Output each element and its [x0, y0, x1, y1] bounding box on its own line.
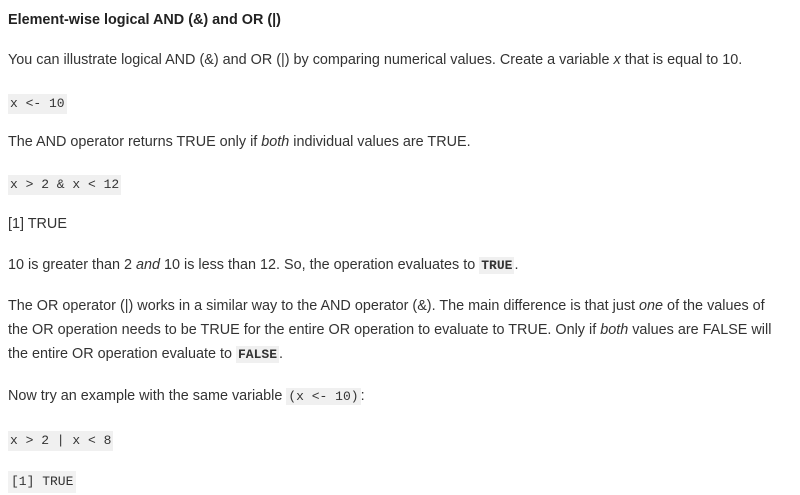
output-and: [1] TRUE [8, 216, 67, 232]
code-and: x > 2 & x < 12 [8, 175, 122, 195]
and-text-1: The AND operator returns TRUE only if [8, 134, 262, 150]
explain-text-3: . [514, 257, 519, 273]
and-emphasis: both [261, 134, 290, 150]
document: Element-wise logical AND (&) and OR (|) … [0, 0, 800, 495]
explain-and-paragraph: 10 is greater than 2 and 10 is less than… [8, 253, 792, 278]
intro-text-1: You can illustrate logical AND (&) and O… [8, 52, 614, 68]
explain-text-2: 10 is less than 12. So, the operation ev… [160, 257, 480, 273]
or-line2-text-1: the OR operation needs to be TRUE for th… [8, 322, 601, 338]
explain-text-1: 10 is greater than 2 [8, 257, 136, 273]
intro-variable-name: x [613, 52, 621, 68]
section-heading: Element-wise logical AND (&) and OR (|) [8, 12, 281, 28]
or-line2-emphasis: both [600, 322, 629, 338]
try-text-1: Now try an example with the same variabl… [8, 388, 287, 404]
code-or: x > 2 | x < 8 [8, 431, 114, 451]
code-assign-block: x <- 10 [8, 91, 792, 115]
output-or-block: [1] TRUE [8, 469, 792, 493]
and-text-2: individual values are TRUE. [289, 134, 471, 150]
or-paragraph: The OR operator (|) works in a similar w… [8, 294, 792, 367]
code-or-block: x > 2 | x < 8 [8, 428, 792, 452]
or-line2-text-2: values are FALSE will [628, 322, 772, 338]
or-code-false: FALSE [236, 346, 280, 363]
try-paragraph: Now try an example with the same variabl… [8, 384, 792, 409]
or-line3-text-1: the entire OR operation evaluate to [8, 346, 236, 362]
code-assign: x <- 10 [8, 94, 67, 114]
intro-paragraph: You can illustrate logical AND (&) and O… [8, 48, 792, 72]
code-and-block: x > 2 & x < 12 [8, 172, 792, 196]
or-line1-emphasis: one [639, 298, 664, 314]
try-code: (x <- 10) [286, 388, 361, 405]
and-paragraph: The AND operator returns TRUE only if bo… [8, 130, 792, 154]
explain-code-true: TRUE [479, 257, 515, 274]
or-line1-text-1: The OR operator (|) works in a similar w… [8, 298, 640, 314]
try-text-2: : [360, 388, 365, 404]
intro-text-2: that is equal to 10. [620, 52, 743, 68]
output-or: [1] TRUE [8, 471, 77, 493]
or-line3-text-2: . [279, 346, 284, 362]
or-line1-text-2: of the values of [663, 298, 765, 314]
explain-emphasis: and [136, 257, 161, 273]
